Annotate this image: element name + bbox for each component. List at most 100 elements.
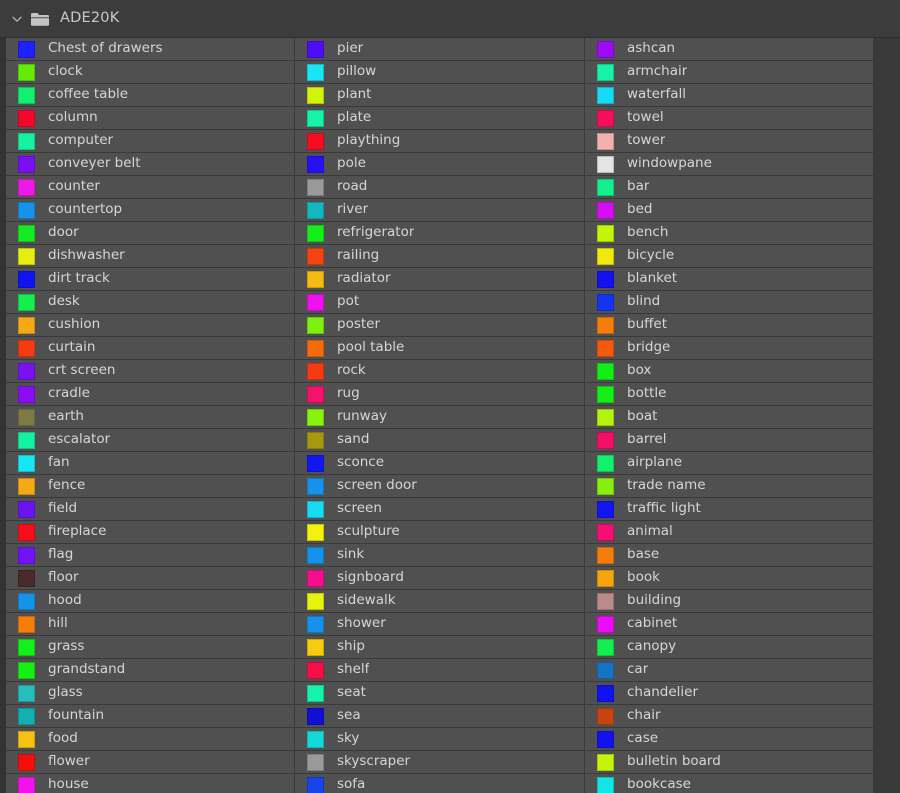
class-list-item[interactable]: grass [6,636,295,659]
class-color-swatch[interactable] [597,546,614,564]
class-list-item[interactable]: windowpane [585,153,874,176]
class-list-item[interactable]: fan [6,452,295,475]
class-list-item[interactable]: barrel [585,429,874,452]
class-list-item[interactable]: ashcan [585,38,874,61]
class-list-item[interactable]: runway [295,406,585,429]
class-color-swatch[interactable] [18,661,35,679]
class-color-swatch[interactable] [307,661,324,679]
class-color-swatch[interactable] [597,523,614,541]
class-list-item[interactable]: dishwasher [6,245,295,268]
class-color-swatch[interactable] [307,684,324,702]
class-color-swatch[interactable] [18,385,35,403]
class-color-swatch[interactable] [597,684,614,702]
class-list-item[interactable]: screen door [295,475,585,498]
class-list-item[interactable]: plaything [295,130,585,153]
class-color-swatch[interactable] [307,776,324,793]
class-color-swatch[interactable] [18,86,35,104]
class-list-item[interactable]: crt screen [6,360,295,383]
class-color-swatch[interactable] [18,155,35,173]
class-color-swatch[interactable] [18,615,35,633]
class-list-item[interactable]: hood [6,590,295,613]
class-color-swatch[interactable] [18,684,35,702]
class-color-swatch[interactable] [307,546,324,564]
class-color-swatch[interactable] [597,86,614,104]
class-color-swatch[interactable] [597,753,614,771]
class-list-item[interactable]: car [585,659,874,682]
class-list-item[interactable]: pillow [295,61,585,84]
class-color-swatch[interactable] [18,592,35,610]
class-list-item[interactable]: sidewalk [295,590,585,613]
class-color-swatch[interactable] [18,753,35,771]
class-list-item[interactable]: armchair [585,61,874,84]
class-color-swatch[interactable] [597,63,614,81]
class-list-item[interactable]: case [585,728,874,751]
class-color-swatch[interactable] [18,40,35,58]
class-list-item[interactable]: fireplace [6,521,295,544]
class-color-swatch[interactable] [307,592,324,610]
class-list-item[interactable]: bicycle [585,245,874,268]
class-list-item[interactable]: radiator [295,268,585,291]
class-list-item[interactable]: signboard [295,567,585,590]
class-color-swatch[interactable] [597,178,614,196]
class-list-item[interactable]: dirt track [6,268,295,291]
class-color-swatch[interactable] [597,155,614,173]
class-color-swatch[interactable] [597,477,614,495]
class-list-item[interactable]: blanket [585,268,874,291]
class-color-swatch[interactable] [18,339,35,357]
class-color-swatch[interactable] [307,523,324,541]
class-color-swatch[interactable] [307,109,324,127]
class-color-swatch[interactable] [307,201,324,219]
class-color-swatch[interactable] [18,201,35,219]
class-list-item[interactable]: rug [295,383,585,406]
class-color-swatch[interactable] [18,316,35,334]
class-list-item[interactable]: pier [295,38,585,61]
class-color-swatch[interactable] [18,293,35,311]
class-color-swatch[interactable] [597,592,614,610]
class-list-item[interactable]: sofa [295,774,585,793]
class-color-swatch[interactable] [307,339,324,357]
class-color-swatch[interactable] [597,638,614,656]
class-list-item[interactable]: curtain [6,337,295,360]
class-color-swatch[interactable] [307,477,324,495]
class-list-item[interactable]: bookcase [585,774,874,793]
class-color-swatch[interactable] [307,247,324,265]
class-list-item[interactable]: cabinet [585,613,874,636]
class-list-item[interactable]: chandelier [585,682,874,705]
class-list-item[interactable]: shelf [295,659,585,682]
class-list-item[interactable]: bed [585,199,874,222]
class-color-swatch[interactable] [307,224,324,242]
class-list-item[interactable]: escalator [6,429,295,452]
class-list-item[interactable]: pole [295,153,585,176]
class-list-item[interactable]: river [295,199,585,222]
class-color-swatch[interactable] [597,247,614,265]
class-color-swatch[interactable] [18,546,35,564]
class-color-swatch[interactable] [307,730,324,748]
class-list-item[interactable]: trade name [585,475,874,498]
class-color-swatch[interactable] [307,638,324,656]
class-color-swatch[interactable] [307,707,324,725]
class-list-item[interactable]: blind [585,291,874,314]
class-color-swatch[interactable] [307,615,324,633]
class-list-item[interactable]: food [6,728,295,751]
class-list-item[interactable]: fountain [6,705,295,728]
class-color-swatch[interactable] [18,109,35,127]
class-list-item[interactable]: base [585,544,874,567]
class-list-item[interactable]: desk [6,291,295,314]
class-list-item[interactable]: house [6,774,295,793]
class-color-swatch[interactable] [597,339,614,357]
class-color-swatch[interactable] [597,661,614,679]
class-color-swatch[interactable] [18,730,35,748]
class-list-item[interactable]: glass [6,682,295,705]
class-list-item[interactable]: ship [295,636,585,659]
class-list-item[interactable]: building [585,590,874,613]
class-list-item[interactable]: shower [295,613,585,636]
class-color-swatch[interactable] [18,500,35,518]
class-list-item[interactable]: clock [6,61,295,84]
class-list-item[interactable]: box [585,360,874,383]
class-color-swatch[interactable] [307,86,324,104]
class-list-item[interactable]: seat [295,682,585,705]
class-list-item[interactable]: fence [6,475,295,498]
class-list-item[interactable]: plant [295,84,585,107]
class-list-item[interactable]: coffee table [6,84,295,107]
class-color-swatch[interactable] [18,132,35,150]
